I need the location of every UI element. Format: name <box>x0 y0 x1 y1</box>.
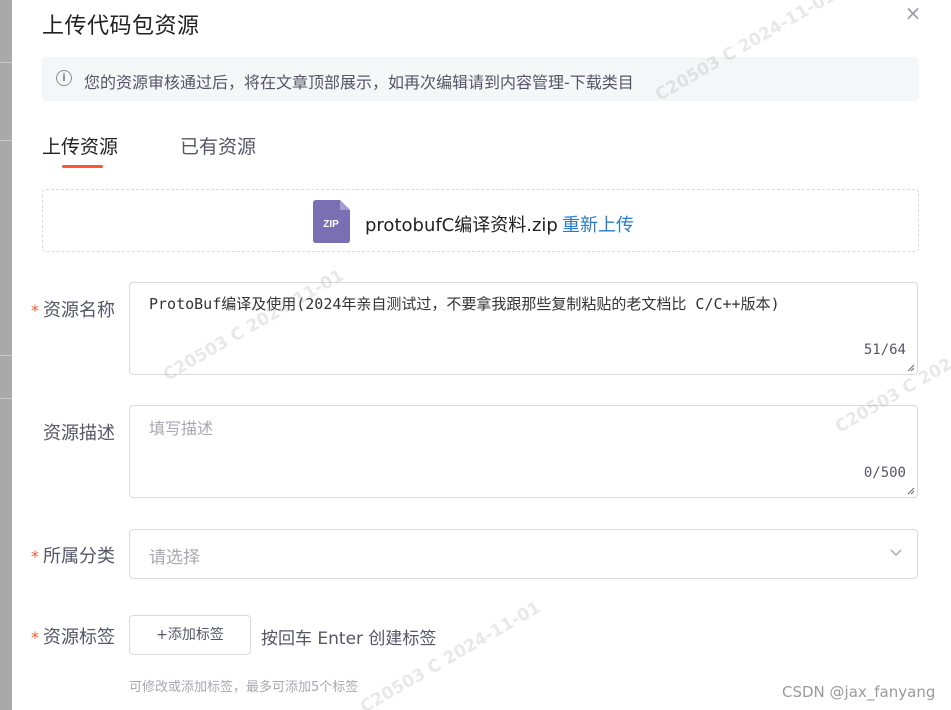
resource-name-value: ProtoBuf编译及使用(2024年亲自测试过，不要拿我跟那些复制粘贴的老文档… <box>149 295 780 313</box>
tab-upload-resource[interactable]: 上传资源 <box>42 132 118 159</box>
resource-name-count: 51/64 <box>863 342 906 358</box>
resource-description-placeholder: 填写描述 <box>149 419 214 438</box>
required-mark: * <box>31 301 39 320</box>
file-name: protobufC编译资料.zip <box>365 215 558 236</box>
zip-file-icon: ZIP <box>313 200 350 243</box>
upload-dialog: 上传代码包资源 × i 您的资源审核通过后，将在文章顶部展示，如再次编辑请到内容… <box>12 0 951 710</box>
csdn-watermark: CSDN @jax_fanyang <box>782 683 936 701</box>
uploaded-file-area: ZIP protobufC编译资料.zip 重新上传 <box>42 189 919 252</box>
resource-description-input[interactable]: 填写描述 0/500 <box>129 405 918 498</box>
close-icon[interactable]: × <box>902 2 924 24</box>
required-mark: * <box>31 547 39 566</box>
zip-icon-label: ZIP <box>323 219 339 230</box>
resource-description-label: 资源描述 <box>43 423 115 444</box>
category-placeholder: 请选择 <box>149 548 200 568</box>
dialog-title: 上传代码包资源 <box>42 14 200 39</box>
chevron-down-icon <box>890 549 902 557</box>
tag-enter-hint: 按回车 Enter 创建标签 <box>261 629 437 649</box>
notice-text: 您的资源审核通过后，将在文章顶部展示，如再次编辑请到内容管理-下载类目 <box>84 73 634 92</box>
resize-handle-icon[interactable] <box>907 364 915 372</box>
info-icon: i <box>56 70 72 86</box>
resource-description-count: 0/500 <box>863 465 906 481</box>
tags-label: * 资源标签 <box>31 627 115 648</box>
resize-handle-icon[interactable] <box>907 487 915 495</box>
required-mark: * <box>31 628 39 647</box>
tab-existing-resource[interactable]: 已有资源 <box>180 132 256 159</box>
resource-name-input[interactable]: ProtoBuf编译及使用(2024年亲自测试过，不要拿我跟那些复制粘贴的老文档… <box>129 282 918 375</box>
add-tag-button[interactable]: +添加标签 <box>129 615 251 655</box>
category-label: * 所属分类 <box>31 546 115 567</box>
watermark: C20503 C 2024-11-01 <box>357 597 545 710</box>
active-tab-indicator <box>62 165 103 168</box>
resource-name-label: * 资源名称 <box>31 300 115 321</box>
category-select[interactable]: 请选择 <box>129 529 918 579</box>
notice-banner: i 您的资源审核通过后，将在文章顶部展示，如再次编辑请到内容管理-下载类目 <box>42 57 919 101</box>
tag-help-text: 可修改或添加标签，最多可添加5个标签 <box>129 680 359 695</box>
reupload-link[interactable]: 重新上传 <box>562 211 634 237</box>
